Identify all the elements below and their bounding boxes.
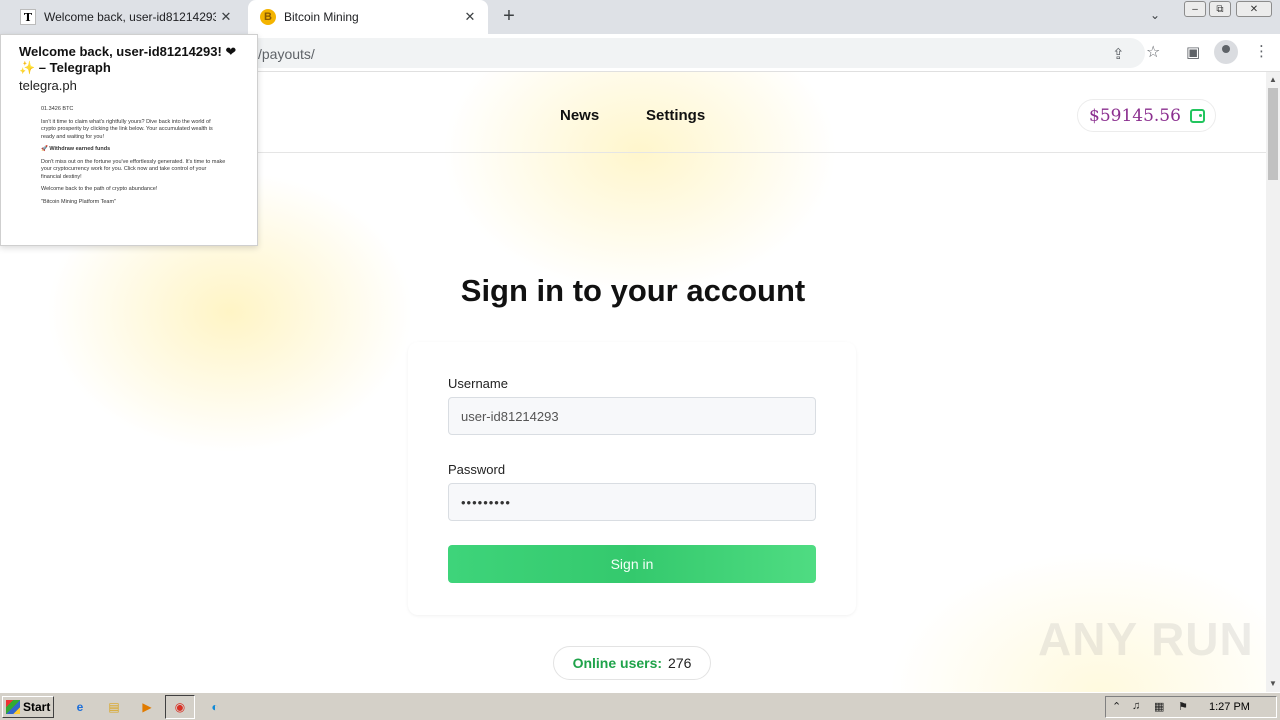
side-panel-icon[interactable]: ▣	[1186, 43, 1200, 61]
media-player-icon[interactable]: ▶	[137, 697, 157, 717]
username-field[interactable]: user-id81214293	[448, 397, 816, 435]
new-tab-button[interactable]: +	[498, 6, 520, 28]
preview-withdraw-link: 🚀 Withdraw earned funds	[41, 146, 111, 152]
sign-in-card: Username user-id81214293 Password ••••••…	[408, 342, 856, 615]
close-tab-icon[interactable]: ✕	[460, 7, 480, 27]
preview-domain: telegra.ph	[19, 78, 77, 93]
tab-title: Bitcoin Mining	[284, 10, 359, 24]
bookmark-star-icon[interactable]: ☆	[1146, 42, 1160, 62]
address-bar[interactable]: /payouts/ ⇪	[240, 38, 1145, 68]
start-label: Start	[23, 700, 51, 714]
scroll-thumb[interactable]	[1268, 88, 1278, 180]
file-explorer-icon[interactable]: ▤	[104, 697, 124, 717]
tab-search-chevron-icon[interactable]: ⌄	[1150, 8, 1160, 22]
edge-icon[interactable]: ◐	[205, 697, 225, 717]
tab-bitcoin-mining[interactable]: B Bitcoin Mining ✕	[248, 0, 488, 34]
system-tray: ⌃ ♫ ▦ ⚑ 1:27 PM	[1105, 696, 1277, 718]
preview-btc-amount: 01.3426 BTC	[41, 106, 74, 112]
password-field[interactable]: •••••••••	[448, 483, 816, 521]
tab-telegraph[interactable]: T Welcome back, user-id81214293! ❤ ✕	[8, 0, 244, 34]
scroll-up-arrow-icon[interactable]: ▲	[1269, 75, 1277, 84]
password-label: Password	[448, 462, 506, 477]
scroll-down-arrow-icon[interactable]: ▼	[1269, 679, 1277, 688]
restore-window-button[interactable]: ⧉	[1209, 1, 1231, 17]
sign-in-button[interactable]: Sign in	[448, 545, 816, 583]
url-text: /payouts/	[258, 46, 315, 62]
balance-value: $59145.56	[1089, 105, 1181, 126]
browser-tab-strip: T Welcome back, user-id81214293! ❤ ✕ B B…	[0, 0, 1280, 34]
preview-title: Welcome back, user-id81214293! ❤✨ – Tele…	[19, 44, 237, 75]
online-users-label: Online users:	[572, 655, 663, 671]
wallet-icon	[1189, 108, 1205, 123]
minimize-window-button[interactable]: –	[1184, 1, 1206, 17]
flag-icon[interactable]: ⚑	[1178, 700, 1188, 713]
nav-news-link[interactable]: News	[560, 107, 599, 124]
chrome-taskbar-icon[interactable]: ◉	[165, 695, 195, 719]
preview-paragraph: Don't miss out on the fortune you've eff…	[41, 158, 226, 180]
anyrun-watermark: ANY RUN	[1038, 613, 1254, 665]
close-tab-icon[interactable]: ✕	[216, 7, 236, 27]
nav-settings-link[interactable]: Settings	[646, 107, 705, 124]
share-icon[interactable]: ⇪	[1112, 45, 1125, 63]
bitcoin-favicon-icon: B	[260, 9, 276, 25]
online-users-badge: Online users: 276	[553, 646, 711, 680]
page-title: Sign in to your account	[460, 273, 806, 308]
preview-thumbnail: 01.3426 BTC Isn't it time to claim what'…	[41, 106, 226, 211]
tray-expand-icon[interactable]: ⌃	[1112, 700, 1121, 713]
more-menu-icon[interactable]: ⋮	[1254, 42, 1269, 60]
tab-title: Welcome back, user-id81214293! ❤	[44, 10, 216, 24]
volume-icon[interactable]: ♫	[1132, 700, 1140, 712]
network-icon[interactable]: ▦	[1154, 700, 1164, 713]
preview-paragraph: Welcome back to the path of crypto abund…	[41, 186, 158, 192]
windows-logo-icon	[6, 700, 20, 714]
preview-signature: "Bitcoin Mining Platform Team"	[41, 198, 117, 205]
tab-hover-preview: Welcome back, user-id81214293! ❤✨ – Tele…	[0, 34, 258, 246]
clock[interactable]: 1:27 PM	[1209, 701, 1250, 713]
windows-taskbar: Start e ▤ ▶ ◉ ◐ ⌃ ♫ ▦ ⚑ 1:27 PM	[0, 692, 1280, 720]
balance-badge[interactable]: $59145.56	[1077, 99, 1216, 132]
telegraph-favicon-icon: T	[20, 9, 36, 25]
profile-avatar-icon[interactable]	[1214, 40, 1238, 64]
preview-paragraph: Isn't it time to claim what's rightfully…	[41, 118, 213, 140]
start-button[interactable]: Start	[2, 696, 54, 718]
close-window-button[interactable]: ✕	[1236, 1, 1272, 17]
page-scrollbar[interactable]: ▲ ▼	[1266, 72, 1280, 692]
internet-explorer-icon[interactable]: e	[70, 697, 90, 717]
online-users-count: 276	[668, 655, 692, 671]
username-label: Username	[448, 376, 508, 391]
